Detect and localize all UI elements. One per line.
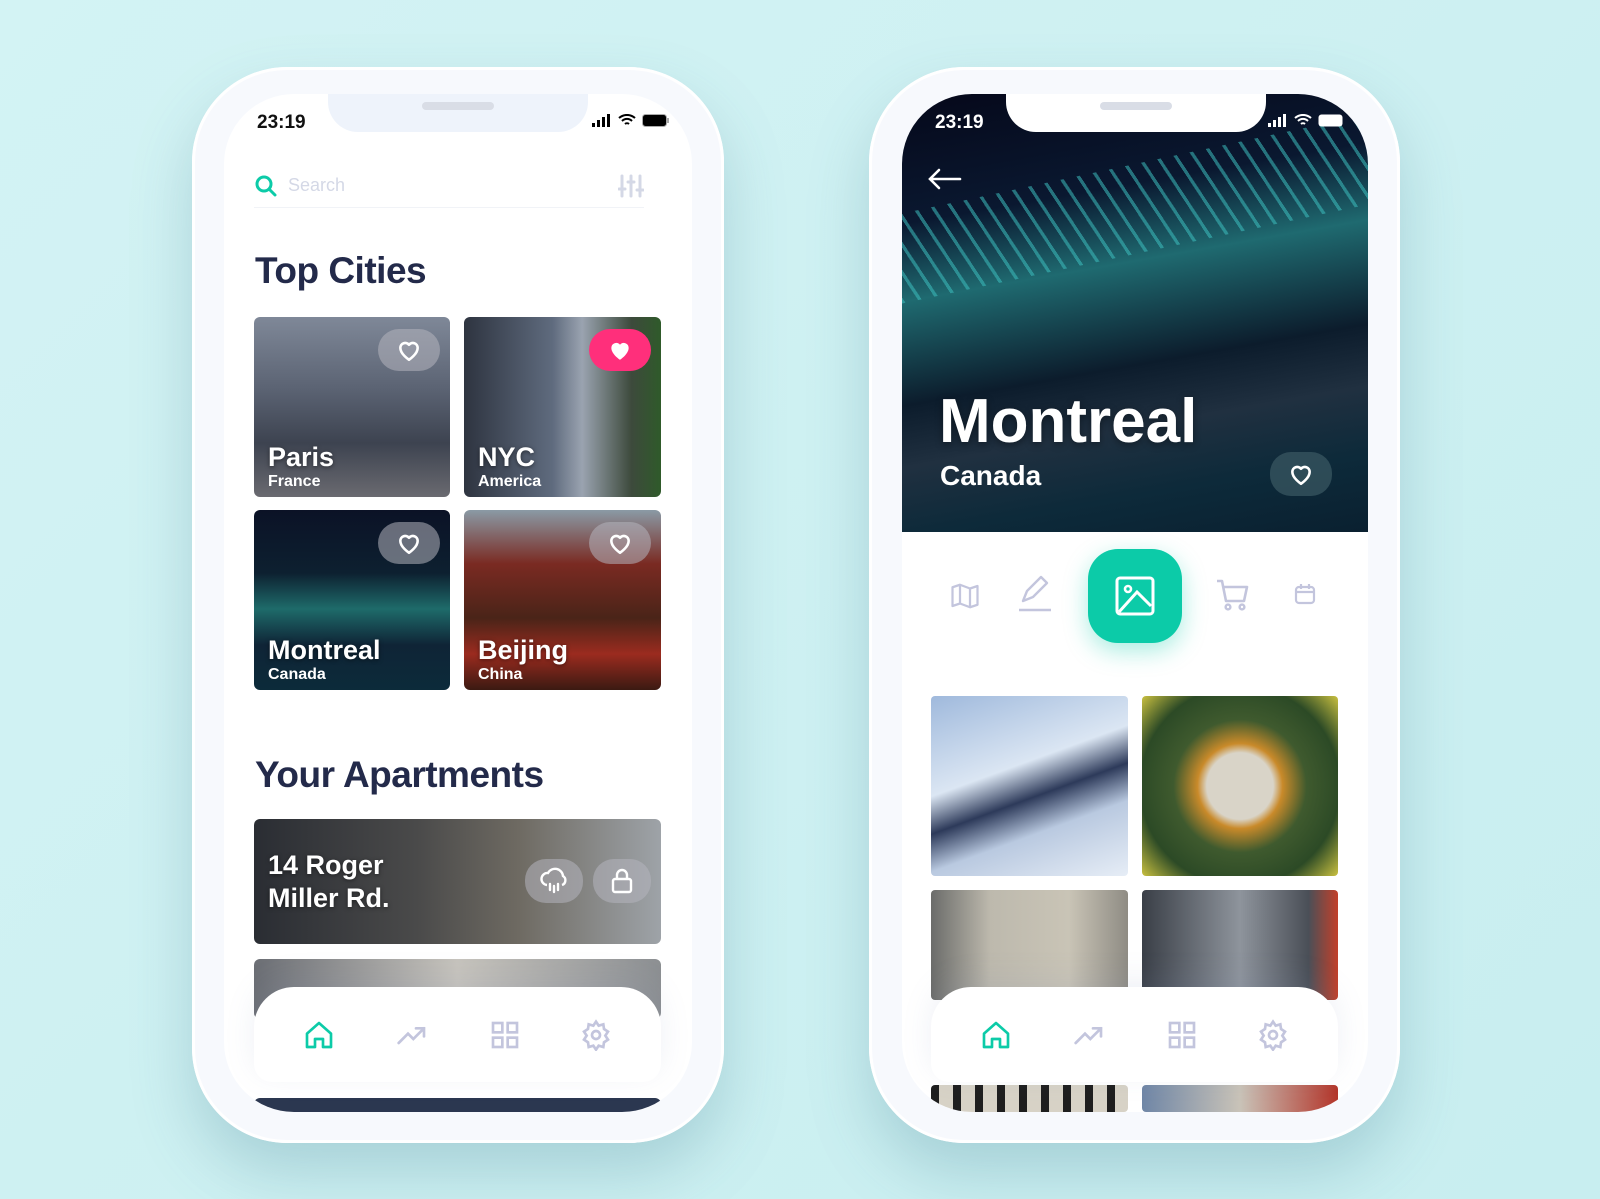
apartment-address: 14 Roger Miller Rd. [268, 850, 390, 913]
search-bar[interactable]: Search [254, 164, 644, 208]
gallery-photo[interactable] [1142, 890, 1338, 1000]
city-card-montreal[interactable]: Montreal Canada [254, 510, 450, 690]
wifi-icon [618, 114, 636, 125]
city-country: China [478, 666, 523, 683]
back-arrow-icon[interactable] [928, 168, 962, 190]
apartment-card[interactable]: 14 Roger Miller Rd. [254, 819, 661, 944]
heart-icon [607, 530, 633, 556]
favorite-button[interactable] [589, 522, 651, 564]
map-icon[interactable] [950, 581, 980, 611]
gallery-tab-button[interactable] [1088, 549, 1182, 643]
city-card-nyc[interactable]: NYC America [464, 317, 661, 497]
battery-icon [642, 114, 669, 127]
cart-icon[interactable] [1215, 577, 1251, 613]
city-name: Montreal [268, 635, 381, 665]
heart-filled-icon [607, 337, 633, 363]
city-title: Montreal [939, 387, 1198, 456]
lock-icon [611, 868, 633, 894]
city-card-beijing[interactable]: Beijing China [464, 510, 661, 690]
favorite-button[interactable] [589, 329, 651, 371]
your-apartments-title: Your Apartments [255, 754, 544, 795]
apartment-card[interactable] [254, 1098, 661, 1112]
heart-icon [1288, 461, 1314, 487]
city-country: Canada [268, 666, 326, 683]
wifi-icon [1294, 114, 1312, 125]
search-input[interactable]: Search [288, 175, 345, 196]
lock-button[interactable] [593, 859, 651, 903]
favorite-button[interactable] [378, 522, 440, 564]
grid-icon[interactable] [489, 1019, 521, 1051]
city-country: America [478, 473, 542, 490]
bottom-nav [254, 987, 661, 1082]
search-icon [255, 175, 277, 196]
trending-icon[interactable] [394, 1019, 430, 1051]
left-screen: 23:19 Search Top Cities Paris France NYC… [224, 94, 692, 1112]
heart-icon [396, 337, 422, 363]
settings-icon[interactable] [580, 1019, 612, 1051]
city-name: NYC [478, 442, 536, 472]
gallery-photo[interactable] [1142, 1085, 1338, 1112]
gallery-photo[interactable] [1142, 696, 1338, 876]
home-icon[interactable] [980, 1019, 1012, 1051]
home-icon[interactable] [303, 1019, 335, 1051]
status-time: 23:19 [935, 112, 984, 133]
bridge-graphic [902, 114, 1368, 304]
notch [1006, 94, 1266, 132]
notch [328, 94, 588, 132]
sliders-icon[interactable] [618, 174, 644, 198]
status-icons [592, 114, 670, 127]
signal-icon [1268, 114, 1286, 127]
city-card-paris[interactable]: Paris France [254, 317, 450, 497]
cloud-rain-icon [540, 867, 567, 894]
city-name: Paris [268, 442, 335, 472]
gallery-photo[interactable] [931, 1085, 1128, 1112]
status-icons [1268, 114, 1346, 127]
detail-tabs [902, 549, 1368, 643]
signal-icon [592, 114, 610, 127]
city-name: Beijing [478, 635, 569, 665]
trending-icon[interactable] [1071, 1019, 1107, 1051]
city-country: Canada [940, 460, 1042, 491]
gallery-photo[interactable] [931, 890, 1128, 1000]
weather-button[interactable] [525, 859, 583, 903]
grid-icon[interactable] [1166, 1019, 1198, 1051]
image-icon [1115, 576, 1155, 616]
bottom-nav [931, 987, 1338, 1082]
settings-icon[interactable] [1257, 1019, 1289, 1051]
city-country: France [268, 473, 321, 490]
gallery-photo[interactable] [931, 696, 1128, 876]
favorite-button[interactable] [1270, 452, 1332, 496]
status-time: 23:19 [257, 112, 306, 133]
favorite-button[interactable] [378, 329, 440, 371]
heart-icon [396, 530, 422, 556]
calendar-icon[interactable] [1294, 583, 1316, 605]
edit-icon[interactable] [1017, 573, 1055, 613]
right-screen: 23:19 Montreal Canada [902, 94, 1368, 1112]
top-cities-title: Top Cities [255, 250, 427, 291]
battery-icon [1318, 114, 1343, 127]
